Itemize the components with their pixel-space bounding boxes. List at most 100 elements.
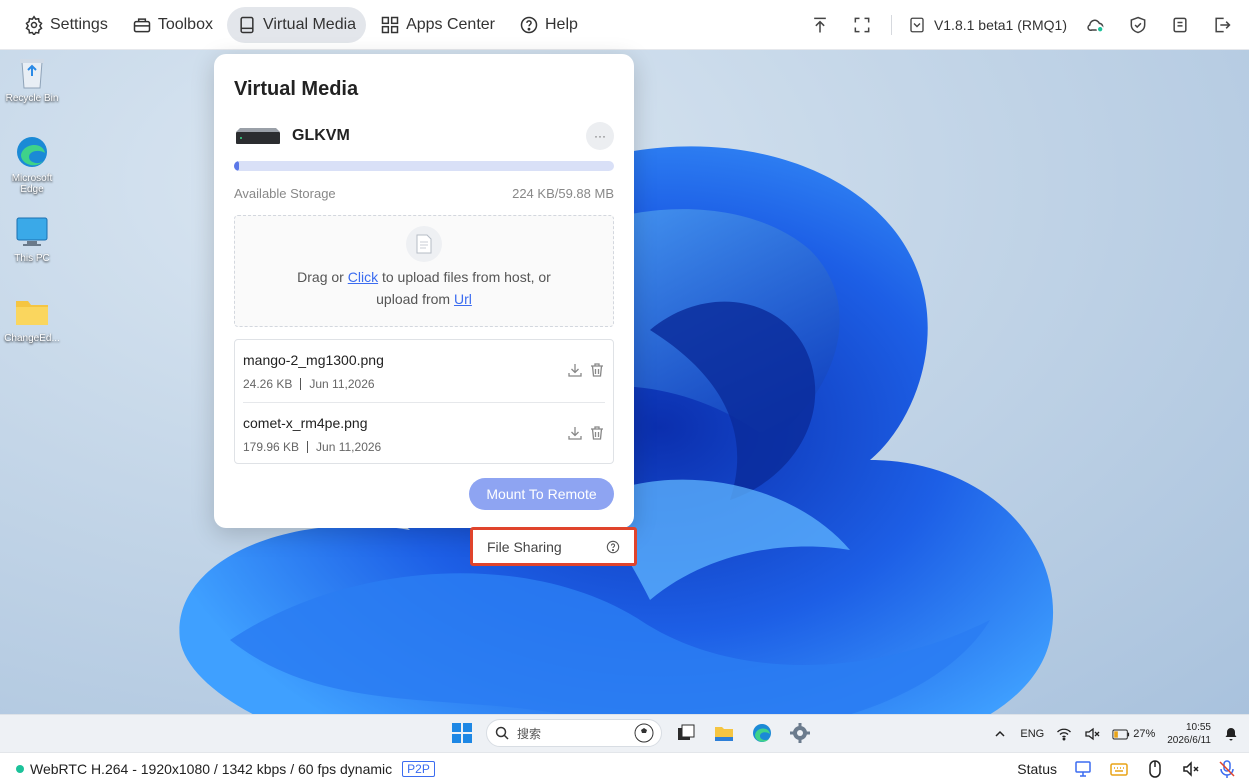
file-sharing-label: File Sharing: [487, 538, 562, 555]
nav-apps-center[interactable]: Apps Center: [370, 7, 505, 43]
file-date: Jun 11,2026: [309, 377, 375, 391]
apps-icon: [381, 16, 399, 33]
nav-settings-label: Settings: [50, 15, 108, 33]
status-label: Status: [1017, 761, 1057, 777]
file-explorer-button[interactable]: [710, 719, 738, 747]
windows-logo-icon: [452, 723, 472, 743]
clock-date: 2026/6/11: [1167, 735, 1211, 746]
file-actions: [567, 425, 605, 441]
clock-time: 10:55: [1185, 722, 1211, 733]
p2p-badge: P2P: [402, 760, 435, 777]
connection-status-dot: [16, 764, 24, 773]
list-item: mango-2_mg1300.png 24.26 KB Jun 11,2026: [243, 340, 605, 402]
mouse-status-icon[interactable]: [1145, 759, 1165, 779]
desktop-icon-label: Microsoft Edge: [11, 173, 53, 195]
status-actions: Status: [1017, 753, 1237, 784]
nav-toolbox[interactable]: Toolbox: [122, 7, 223, 43]
task-view-button[interactable]: [672, 719, 700, 747]
file-sharing-option[interactable]: File Sharing: [470, 527, 637, 566]
settings-taskbar-button[interactable]: [786, 719, 814, 747]
meta-divider: [307, 441, 309, 453]
search-icon: [495, 726, 509, 740]
storage-info: Available Storage 224 KB/59.88 MB: [234, 186, 614, 201]
edge-taskbar-button[interactable]: [748, 719, 776, 747]
virtual-media-panel: Virtual Media GLKVM ··· Available Storag…: [214, 54, 634, 528]
search-placeholder: 搜索: [517, 726, 542, 741]
logout-icon: [1215, 17, 1231, 33]
file-size: 24.26 KB: [243, 377, 293, 391]
file-name: comet-x_rm4pe.png: [243, 415, 368, 431]
nav-settings[interactable]: Settings: [14, 7, 118, 43]
language-indicator[interactable]: ENG: [1020, 728, 1044, 740]
monitor-status-icon[interactable]: [1073, 759, 1093, 779]
upload-url-link[interactable]: Url: [454, 291, 472, 307]
battery-indicator[interactable]: 27%: [1112, 728, 1155, 740]
upload-click-link[interactable]: Click: [348, 269, 378, 285]
microphone-muted-icon[interactable]: [1217, 759, 1237, 779]
desktop-icon-recycle-bin[interactable]: Recycle Bin: [1, 54, 63, 104]
desktop-icon-label: Recycle Bin: [5, 93, 59, 104]
file-meta: 179.96 KB Jun 11,2026: [243, 440, 381, 454]
security-button[interactable]: [1117, 7, 1159, 43]
volume-muted-icon[interactable]: [1084, 726, 1100, 742]
connection-status-bar: WebRTC H.264 - 1920x1080 / 1342 kbps / 6…: [0, 752, 1249, 784]
windows-taskbar: 搜索 ENG 27% 10:55 2026/6/11: [0, 714, 1249, 752]
desktop-icon-label: This PC: [14, 253, 50, 264]
monitor-icon: [14, 214, 50, 250]
wifi-icon[interactable]: [1056, 726, 1072, 742]
mount-to-remote-button[interactable]: Mount To Remote: [469, 478, 614, 510]
toolbar-divider: [890, 15, 892, 35]
nav-apps-center-label: Apps Center: [406, 15, 495, 33]
system-tray: ENG 27% 10:55 2026/6/11: [992, 715, 1239, 753]
panel-title: Virtual Media: [234, 78, 359, 100]
logout-button[interactable]: [1201, 7, 1243, 43]
soccer-ball-icon: [634, 723, 654, 743]
device-row: GLKVM ···: [234, 122, 614, 150]
storage-progress-bar: [234, 161, 614, 171]
speaker-muted-icon[interactable]: [1181, 759, 1201, 779]
nav-virtual-media-label: Virtual Media: [262, 15, 357, 33]
stream-info: WebRTC H.264 - 1920x1080 / 1342 kbps / 6…: [30, 760, 393, 777]
more-options-button[interactable]: ···: [586, 122, 614, 150]
notification-bell-icon[interactable]: [1223, 726, 1239, 742]
file-name: mango-2_mg1300.png: [243, 352, 384, 368]
keyboard-status-icon[interactable]: [1109, 759, 1129, 779]
device-switch-icon: [1173, 17, 1187, 33]
trash-icon[interactable]: [589, 362, 605, 378]
upload-text-prefix: Drag or: [297, 269, 348, 285]
download-icon[interactable]: [567, 425, 583, 441]
switch-device-button[interactable]: [1159, 7, 1201, 43]
taskbar-apps: 搜索: [448, 719, 814, 747]
top-toolbar: Settings Toolbox Virtual Media Apps Cent…: [0, 0, 1249, 50]
desktop-icon-folder[interactable]: ChangeEd...: [1, 294, 63, 344]
desktop-icon-edge[interactable]: Microsoft Edge: [1, 134, 63, 195]
start-button[interactable]: [448, 719, 476, 747]
question-circle-icon[interactable]: [606, 540, 620, 554]
storage-label: Available Storage: [234, 186, 336, 201]
task-view-icon: [678, 724, 695, 740]
upload-dropzone[interactable]: Drag or Click to upload files from host,…: [234, 215, 614, 327]
gear-icon: [25, 14, 43, 35]
version-label: V1.8.1 beta1 (RMQ1): [933, 17, 1067, 33]
pin-top-button[interactable]: [799, 7, 841, 43]
taskbar-search[interactable]: 搜索: [486, 719, 662, 747]
nav-help[interactable]: Help: [509, 7, 588, 43]
firmware-icon: [910, 17, 924, 33]
arrow-up-bar-icon: [814, 17, 826, 33]
device-name: GLKVM: [292, 127, 350, 144]
upload-text-line-1: Drag or Click to upload files from host,…: [235, 266, 613, 288]
trash-icon[interactable]: [589, 425, 605, 441]
storage-progress-fill: [234, 161, 239, 171]
cloud-button[interactable]: [1075, 7, 1117, 43]
desktop-icon-this-pc[interactable]: This PC: [1, 214, 63, 264]
folder-icon: [14, 294, 50, 330]
battery-icon: [1112, 729, 1130, 739]
fullscreen-button[interactable]: [841, 7, 883, 43]
chevron-up-icon[interactable]: [992, 726, 1008, 742]
version-button[interactable]: V1.8.1 beta1 (RMQ1): [900, 16, 1075, 34]
document-icon: [406, 226, 442, 262]
nav-virtual-media[interactable]: Virtual Media: [226, 6, 367, 43]
download-icon[interactable]: [567, 362, 583, 378]
nav-toolbox-label: Toolbox: [157, 15, 213, 33]
clock[interactable]: 10:55 2026/6/11: [1167, 721, 1211, 747]
